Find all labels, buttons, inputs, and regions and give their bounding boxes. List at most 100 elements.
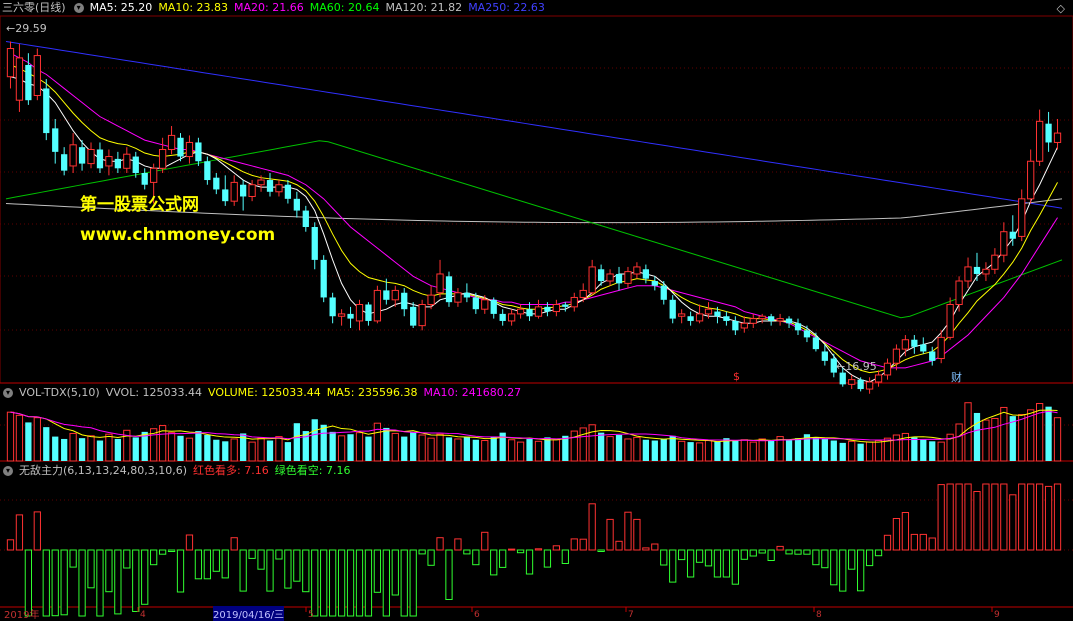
candle-body-down xyxy=(803,330,811,338)
indicator-bar-red xyxy=(1009,494,1017,551)
marker-s[interactable]: $ xyxy=(733,370,740,383)
volume-bar-down xyxy=(463,436,471,461)
candle-body-up xyxy=(167,134,176,151)
indicator-bar-red xyxy=(1035,483,1044,551)
indicator-bar-green xyxy=(105,549,113,593)
volume-bar-up xyxy=(355,432,364,462)
volume-bar-down xyxy=(732,440,739,461)
candle-body-up xyxy=(606,273,614,282)
candle-body-up xyxy=(87,149,95,165)
candle-body-up xyxy=(740,322,748,329)
indicator-bar-red xyxy=(436,537,444,551)
indicator-bar-red xyxy=(1053,483,1062,551)
indicator-bar-red xyxy=(991,483,999,551)
indicator-bar-green xyxy=(767,549,775,561)
volume-bar-down xyxy=(213,439,220,461)
volume-bar-down xyxy=(114,438,121,461)
volume-bar-down xyxy=(714,441,721,461)
volume-bar-up xyxy=(391,432,399,462)
candle-body-down xyxy=(213,177,220,190)
indicator-bar-red xyxy=(1027,483,1035,551)
volume-bar-down xyxy=(544,437,551,461)
indicator-bar-green xyxy=(678,549,686,561)
candle-body-down xyxy=(821,351,828,361)
candle-body-down xyxy=(714,311,721,317)
indicator-bar-green xyxy=(212,549,220,572)
volume-bar-down xyxy=(669,435,676,461)
volume-bar-down xyxy=(311,419,318,461)
indicator-bar-red xyxy=(973,491,981,551)
volume-bar-down xyxy=(973,412,981,461)
candle-body-down xyxy=(410,306,417,326)
candle-body-down xyxy=(25,64,32,101)
volume-bar-up xyxy=(248,441,256,462)
candle-body-up xyxy=(588,266,596,294)
volume-bar-up xyxy=(1018,414,1026,462)
candle-body-down xyxy=(911,339,918,347)
candle-body-up xyxy=(704,308,713,315)
volume-bar-down xyxy=(132,437,139,461)
candle-body-up xyxy=(337,313,346,317)
indicator-bar-red xyxy=(33,511,41,551)
watermark-url: www.chnmoney.com xyxy=(80,225,276,245)
indicator-bar-green xyxy=(158,549,167,555)
indicator-bar-green xyxy=(337,549,346,617)
volume-bar-up xyxy=(704,440,713,462)
candle-body-up xyxy=(937,336,945,360)
volume-bar-up xyxy=(848,440,856,462)
date-year: 2019年 xyxy=(4,610,40,621)
volume-title[interactable]: VOL-TDX(5,10) xyxy=(19,386,100,399)
indicator-bar-red xyxy=(570,538,578,551)
indicator-menu-icon[interactable]: ▾ xyxy=(3,466,13,476)
volume-bar-up xyxy=(579,427,587,462)
indicator-bar-green xyxy=(346,549,355,617)
volume-bar-up xyxy=(1027,409,1035,462)
indicator-bar-green xyxy=(69,549,77,568)
indicator-bar-red xyxy=(892,518,901,551)
indicator-bar-green xyxy=(857,549,865,592)
candle-body-up xyxy=(418,304,426,327)
indicator-header: ▾ 无敌主力(6,13,13,24,80,3,10,6) 红色看多: 7.16 绿色看… xyxy=(0,463,356,479)
volume-bar-up xyxy=(570,430,578,462)
date-cursor[interactable]: 2019/04/16/三 xyxy=(213,606,285,621)
indicator-bar-red xyxy=(964,483,972,551)
candle-body-down xyxy=(562,304,569,307)
volume-menu-icon[interactable]: ▾ xyxy=(3,388,13,398)
volume-bar-down xyxy=(687,442,694,461)
volume-bar-up xyxy=(1053,417,1062,462)
volume-bar-up xyxy=(275,436,283,462)
volume-bar-down xyxy=(830,440,837,461)
indicator-bar-green xyxy=(516,549,525,554)
volume-bar-down xyxy=(284,442,292,461)
volume-bar-down xyxy=(78,438,86,461)
indicator-bar-green xyxy=(848,549,856,570)
marker-cai[interactable]: 财 xyxy=(951,369,962,385)
candle-body-up xyxy=(436,273,444,294)
candle-body-up xyxy=(874,374,883,383)
candle-body-down xyxy=(490,299,497,314)
candle-body-down xyxy=(1045,123,1052,143)
candle-body-down xyxy=(973,266,981,274)
indicator-title[interactable]: 无敌主力(6,13,13,24,80,3,10,6) xyxy=(19,464,187,477)
candle-body-up xyxy=(230,181,238,202)
indicator-bar-green xyxy=(722,549,731,578)
indicator-bar-green xyxy=(203,549,211,580)
candle-body-down xyxy=(52,128,59,152)
volume-bar-up xyxy=(937,441,945,462)
chart-canvas[interactable]: 456789 xyxy=(0,0,1073,618)
indicator-bar-green xyxy=(373,549,382,593)
volume-bar-down xyxy=(96,440,104,461)
candle-body-up xyxy=(946,304,954,338)
volume-bar-down xyxy=(204,435,211,461)
indicator-bar-red xyxy=(955,483,963,551)
volume-bar-down xyxy=(410,431,417,461)
indicator-bar-green xyxy=(302,549,310,593)
candle-body-down xyxy=(732,320,739,331)
indicator-bar-green xyxy=(713,549,722,578)
volume-bar-down xyxy=(383,427,390,461)
indicator-bar-green xyxy=(320,549,328,617)
volume-bar-up xyxy=(230,438,238,462)
indicator-bar-green xyxy=(293,549,301,582)
indicator-bar-green xyxy=(499,549,507,568)
indicator-bar-red xyxy=(919,533,927,551)
